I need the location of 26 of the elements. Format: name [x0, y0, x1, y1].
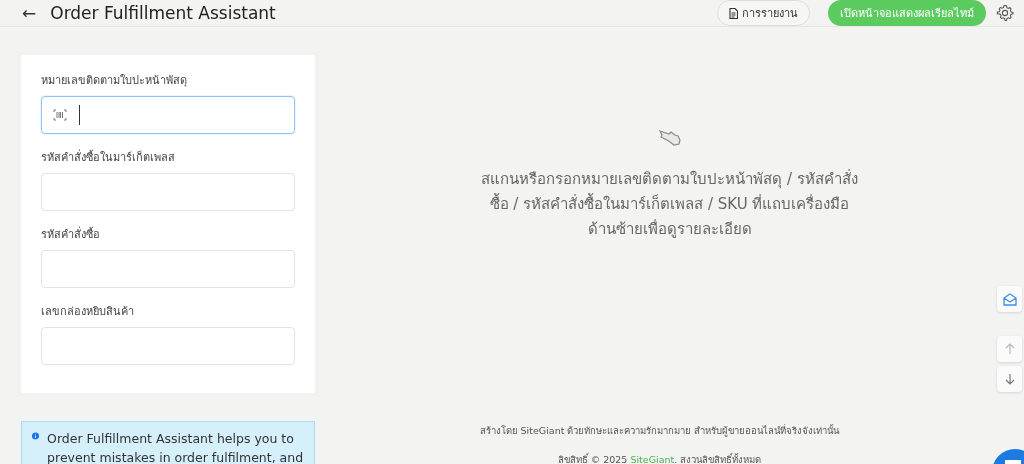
field-label: เลขกล่องหยิบสินค้า: [41, 304, 135, 320]
arrow-down-icon: [1003, 373, 1016, 385]
info-icon: [32, 429, 40, 443]
copyright-text: ลิขสิทธิ์ © 2025 SiteGiant. สงวนลิขสิทธิ์ทั้งหมด: [557, 452, 762, 464]
scroll-up-button[interactable]: [997, 336, 1022, 362]
back-button[interactable]: ←: [22, 4, 37, 22]
field-label: รหัสคำสั่งซื้อ: [41, 225, 101, 243]
input-field[interactable]: [41, 96, 295, 134]
field-label: รหัสคำสั่งซื้อในมาร์เก็ตเพลส: [41, 148, 176, 166]
info-text: Order Fulfillment Assistant helps you to prevent mistakes in order fulfilment, and: [47, 430, 304, 464]
report-button[interactable]: การรายงาน: [717, 0, 810, 26]
text-cursor: [79, 105, 80, 125]
field-label: หมายเลขติดตามใบปะหน้าพัสดุ: [41, 73, 188, 89]
mail-button[interactable]: [997, 286, 1022, 312]
input-field[interactable]: [41, 250, 295, 288]
arrow-up-icon: [1003, 343, 1016, 355]
input-field[interactable]: [41, 173, 295, 211]
scroll-down-button[interactable]: [997, 366, 1022, 392]
settings-icon[interactable]: [996, 4, 1014, 22]
input-field[interactable]: [41, 327, 295, 365]
page-title: Order Fulfillment Assistant: [50, 3, 276, 23]
barcode-icon: [53, 109, 67, 121]
envelope-icon: [1002, 292, 1017, 306]
footer-credit: สร้างโดย SiteGiant ด้วยทักษะและความรักมากมาย สำหรับผู้ขายออนไลน์ที่จริงจังเท่านั้น: [479, 423, 840, 438]
document-icon: [729, 7, 738, 19]
empty-state-message: สแกนหรือกรอกหมายเลขติดตามใบปะหน้าพัสดุ / รหัสคำสั่งซื้อ / รหัสคำสั่งซื้อในมาร์เก็ตเพลส / SKU ที่แถบเครื่องมือด้านซ้ายเพื่อดูรายละเอียด: [480, 168, 859, 240]
